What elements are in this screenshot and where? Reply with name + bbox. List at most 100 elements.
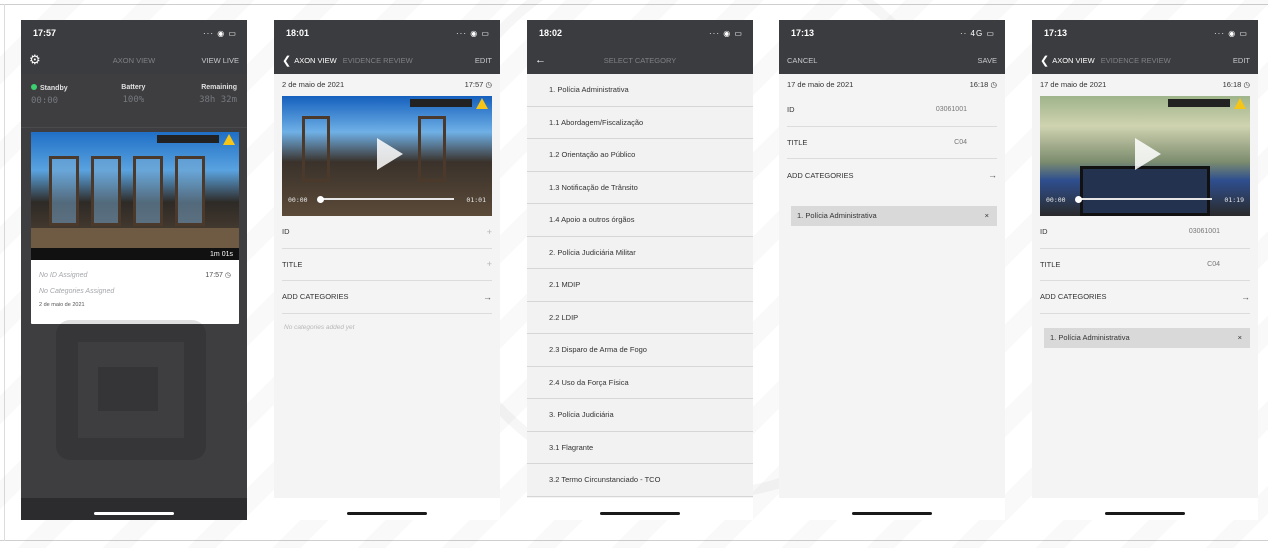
- id-row[interactable]: ID 03061001: [787, 94, 997, 127]
- category-item[interactable]: 2. Polícia Judiciária Militar: [527, 236, 753, 269]
- warning-icon: [223, 134, 235, 145]
- title-value: C04: [1207, 260, 1220, 268]
- chevron-left-icon[interactable]: ❮: [282, 54, 291, 67]
- phone-select-category: 18:02 ··· ◉ ▭ ← SELECT CATEGORY 1. Políc…: [527, 20, 753, 520]
- stat-label: Standby: [40, 85, 68, 92]
- video-current-time: 00:00: [1046, 196, 1066, 204]
- arrow-right-icon[interactable]: →: [1241, 292, 1250, 302]
- remove-chip-icon[interactable]: ×: [985, 211, 989, 220]
- video-scrubber[interactable]: [1078, 198, 1212, 200]
- category-chip: 1. Polícia Administrativa ×: [791, 205, 997, 226]
- id-value[interactable]: 03061001: [936, 106, 967, 113]
- no-categories-text: No categories added yet: [284, 323, 355, 331]
- evidence-time: 16:18: [969, 79, 989, 89]
- axon-logo-watermark-inner: [98, 367, 158, 411]
- save-button[interactable]: SAVE: [978, 56, 997, 65]
- row-label: ID: [1040, 227, 1048, 237]
- category-list: 1. Polícia Administrativa 1.1 Abordagem/…: [527, 74, 753, 497]
- scene-monitor: [1080, 166, 1210, 216]
- stat-value: 00:00: [31, 96, 59, 106]
- category-item[interactable]: 3. Polícia Judiciária: [527, 399, 753, 432]
- camera-hud-overlay: [410, 99, 472, 107]
- nav-bar: CANCEL SAVE: [779, 46, 1005, 74]
- home-indicator[interactable]: [852, 512, 932, 515]
- scene-window: [49, 156, 79, 226]
- category-item[interactable]: 2.4 Uso da Força Física: [527, 366, 753, 399]
- category-item[interactable]: 1.2 Orientação ao Público: [527, 139, 753, 172]
- remove-chip-icon[interactable]: ×: [1238, 333, 1242, 342]
- clock-icon: ◷: [224, 272, 231, 279]
- title-row[interactable]: TITLE C04: [1040, 249, 1250, 281]
- status-bar: 18:01 ··· ◉ ▭: [274, 20, 500, 46]
- title-value[interactable]: C04: [954, 139, 967, 146]
- scene-window: [418, 116, 446, 182]
- cancel-button[interactable]: CANCEL: [787, 56, 817, 65]
- status-bar: 17:13 ··· ◉ ▭: [1032, 20, 1258, 46]
- back-button[interactable]: AXON VIEW: [1052, 56, 1095, 65]
- add-categories-row[interactable]: ADD CATEGORIES →: [1040, 281, 1250, 314]
- row-label: TITLE: [282, 259, 303, 269]
- id-row[interactable]: ID +: [282, 216, 492, 249]
- id-row[interactable]: ID 03061001: [1040, 216, 1250, 249]
- camera-hud-overlay: [157, 135, 219, 143]
- categories-status-text: No Categories Assigned: [39, 287, 115, 295]
- category-item[interactable]: 3.1 Flagrante: [527, 431, 753, 464]
- signal-wifi-battery-icon: ··· ◉ ▭: [203, 28, 237, 38]
- scrubber-handle[interactable]: [1075, 196, 1082, 203]
- home-indicator[interactable]: [347, 512, 427, 515]
- category-item[interactable]: 1. Polícia Administrativa: [527, 74, 753, 107]
- category-item[interactable]: 1.1 Abordagem/Fiscalização: [527, 106, 753, 139]
- category-item[interactable]: 1.4 Apoio a outros órgãos: [527, 204, 753, 237]
- status-bar: 17:13 ·· 4G ▭: [779, 20, 1005, 46]
- play-icon[interactable]: [377, 138, 403, 170]
- chip-label: 1. Polícia Administrativa: [1050, 333, 1130, 342]
- add-categories-row[interactable]: ADD CATEGORIES →: [282, 281, 492, 314]
- evidence-date: 17 de maio de 2021: [1040, 79, 1107, 89]
- phone-evidence-review-filled: 17:13 ··· ◉ ▭ ❮ AXON VIEW EVIDENCE REVIE…: [1032, 20, 1258, 520]
- edit-button[interactable]: EDIT: [475, 56, 492, 65]
- evidence-date: 17 de maio de 2021: [787, 79, 854, 89]
- back-button[interactable]: AXON VIEW: [294, 56, 337, 65]
- video-player[interactable]: 00:00 01:01: [282, 96, 492, 216]
- category-item[interactable]: 2.2 LDIP: [527, 301, 753, 334]
- category-item[interactable]: 1.3 Notificação de Trânsito: [527, 171, 753, 204]
- warning-icon: [476, 98, 488, 109]
- view-live-button[interactable]: VIEW LIVE: [201, 56, 239, 65]
- category-item[interactable]: 2.1 MDIP: [527, 269, 753, 302]
- recording-card[interactable]: 1m 01s No ID Assigned 17:57 ◷ No Categor…: [31, 132, 239, 324]
- home-indicator[interactable]: [1105, 512, 1185, 515]
- frame-left-border: [4, 4, 5, 541]
- add-categories-row[interactable]: ADD CATEGORIES →: [787, 159, 997, 192]
- arrow-right-icon[interactable]: →: [988, 170, 997, 180]
- edit-button[interactable]: EDIT: [1233, 56, 1250, 65]
- recording-date: 2 de maio de 2021: [39, 302, 85, 308]
- arrow-right-icon[interactable]: →: [483, 292, 492, 302]
- category-item[interactable]: 3.2 Termo Circunstanciado - TCO: [527, 464, 753, 497]
- status-time: 18:02: [539, 28, 563, 38]
- arrow-left-icon[interactable]: ←: [535, 54, 546, 66]
- row-label: ID: [282, 227, 290, 237]
- phone-home-screen: 17:57 ··· ◉ ▭ ⚙ AXON VIEW VIEW LIVE Stan…: [21, 20, 247, 520]
- home-indicator[interactable]: [600, 512, 680, 515]
- stat-remaining: Remaining 38h 32m: [199, 84, 237, 127]
- scene-window: [302, 116, 330, 182]
- evidence-time: 16:18: [1222, 79, 1242, 89]
- home-indicator[interactable]: [94, 512, 174, 515]
- title-row[interactable]: TITLE C04: [787, 127, 997, 159]
- title-row[interactable]: TITLE +: [282, 249, 492, 281]
- play-icon[interactable]: [1135, 138, 1161, 170]
- chevron-left-icon[interactable]: ❮: [1040, 54, 1049, 67]
- evidence-header: 17 de maio de 2021 16:18 ◷: [779, 74, 1005, 94]
- plus-icon[interactable]: +: [487, 227, 492, 237]
- clock-icon: ◷: [990, 79, 997, 89]
- scrubber-handle[interactable]: [317, 196, 324, 203]
- video-player[interactable]: 00:00 01:19: [1040, 96, 1250, 216]
- plus-icon[interactable]: +: [487, 259, 492, 269]
- row-label: ADD CATEGORIES: [1040, 292, 1107, 302]
- stat-value: 100%: [122, 95, 145, 105]
- category-item[interactable]: 2.3 Disparo de Arma de Fogo: [527, 334, 753, 367]
- home-indicator-area: [527, 498, 753, 520]
- id-value: 03061001: [1188, 228, 1220, 236]
- video-scrubber[interactable]: [320, 198, 454, 200]
- home-indicator-area: [21, 498, 247, 520]
